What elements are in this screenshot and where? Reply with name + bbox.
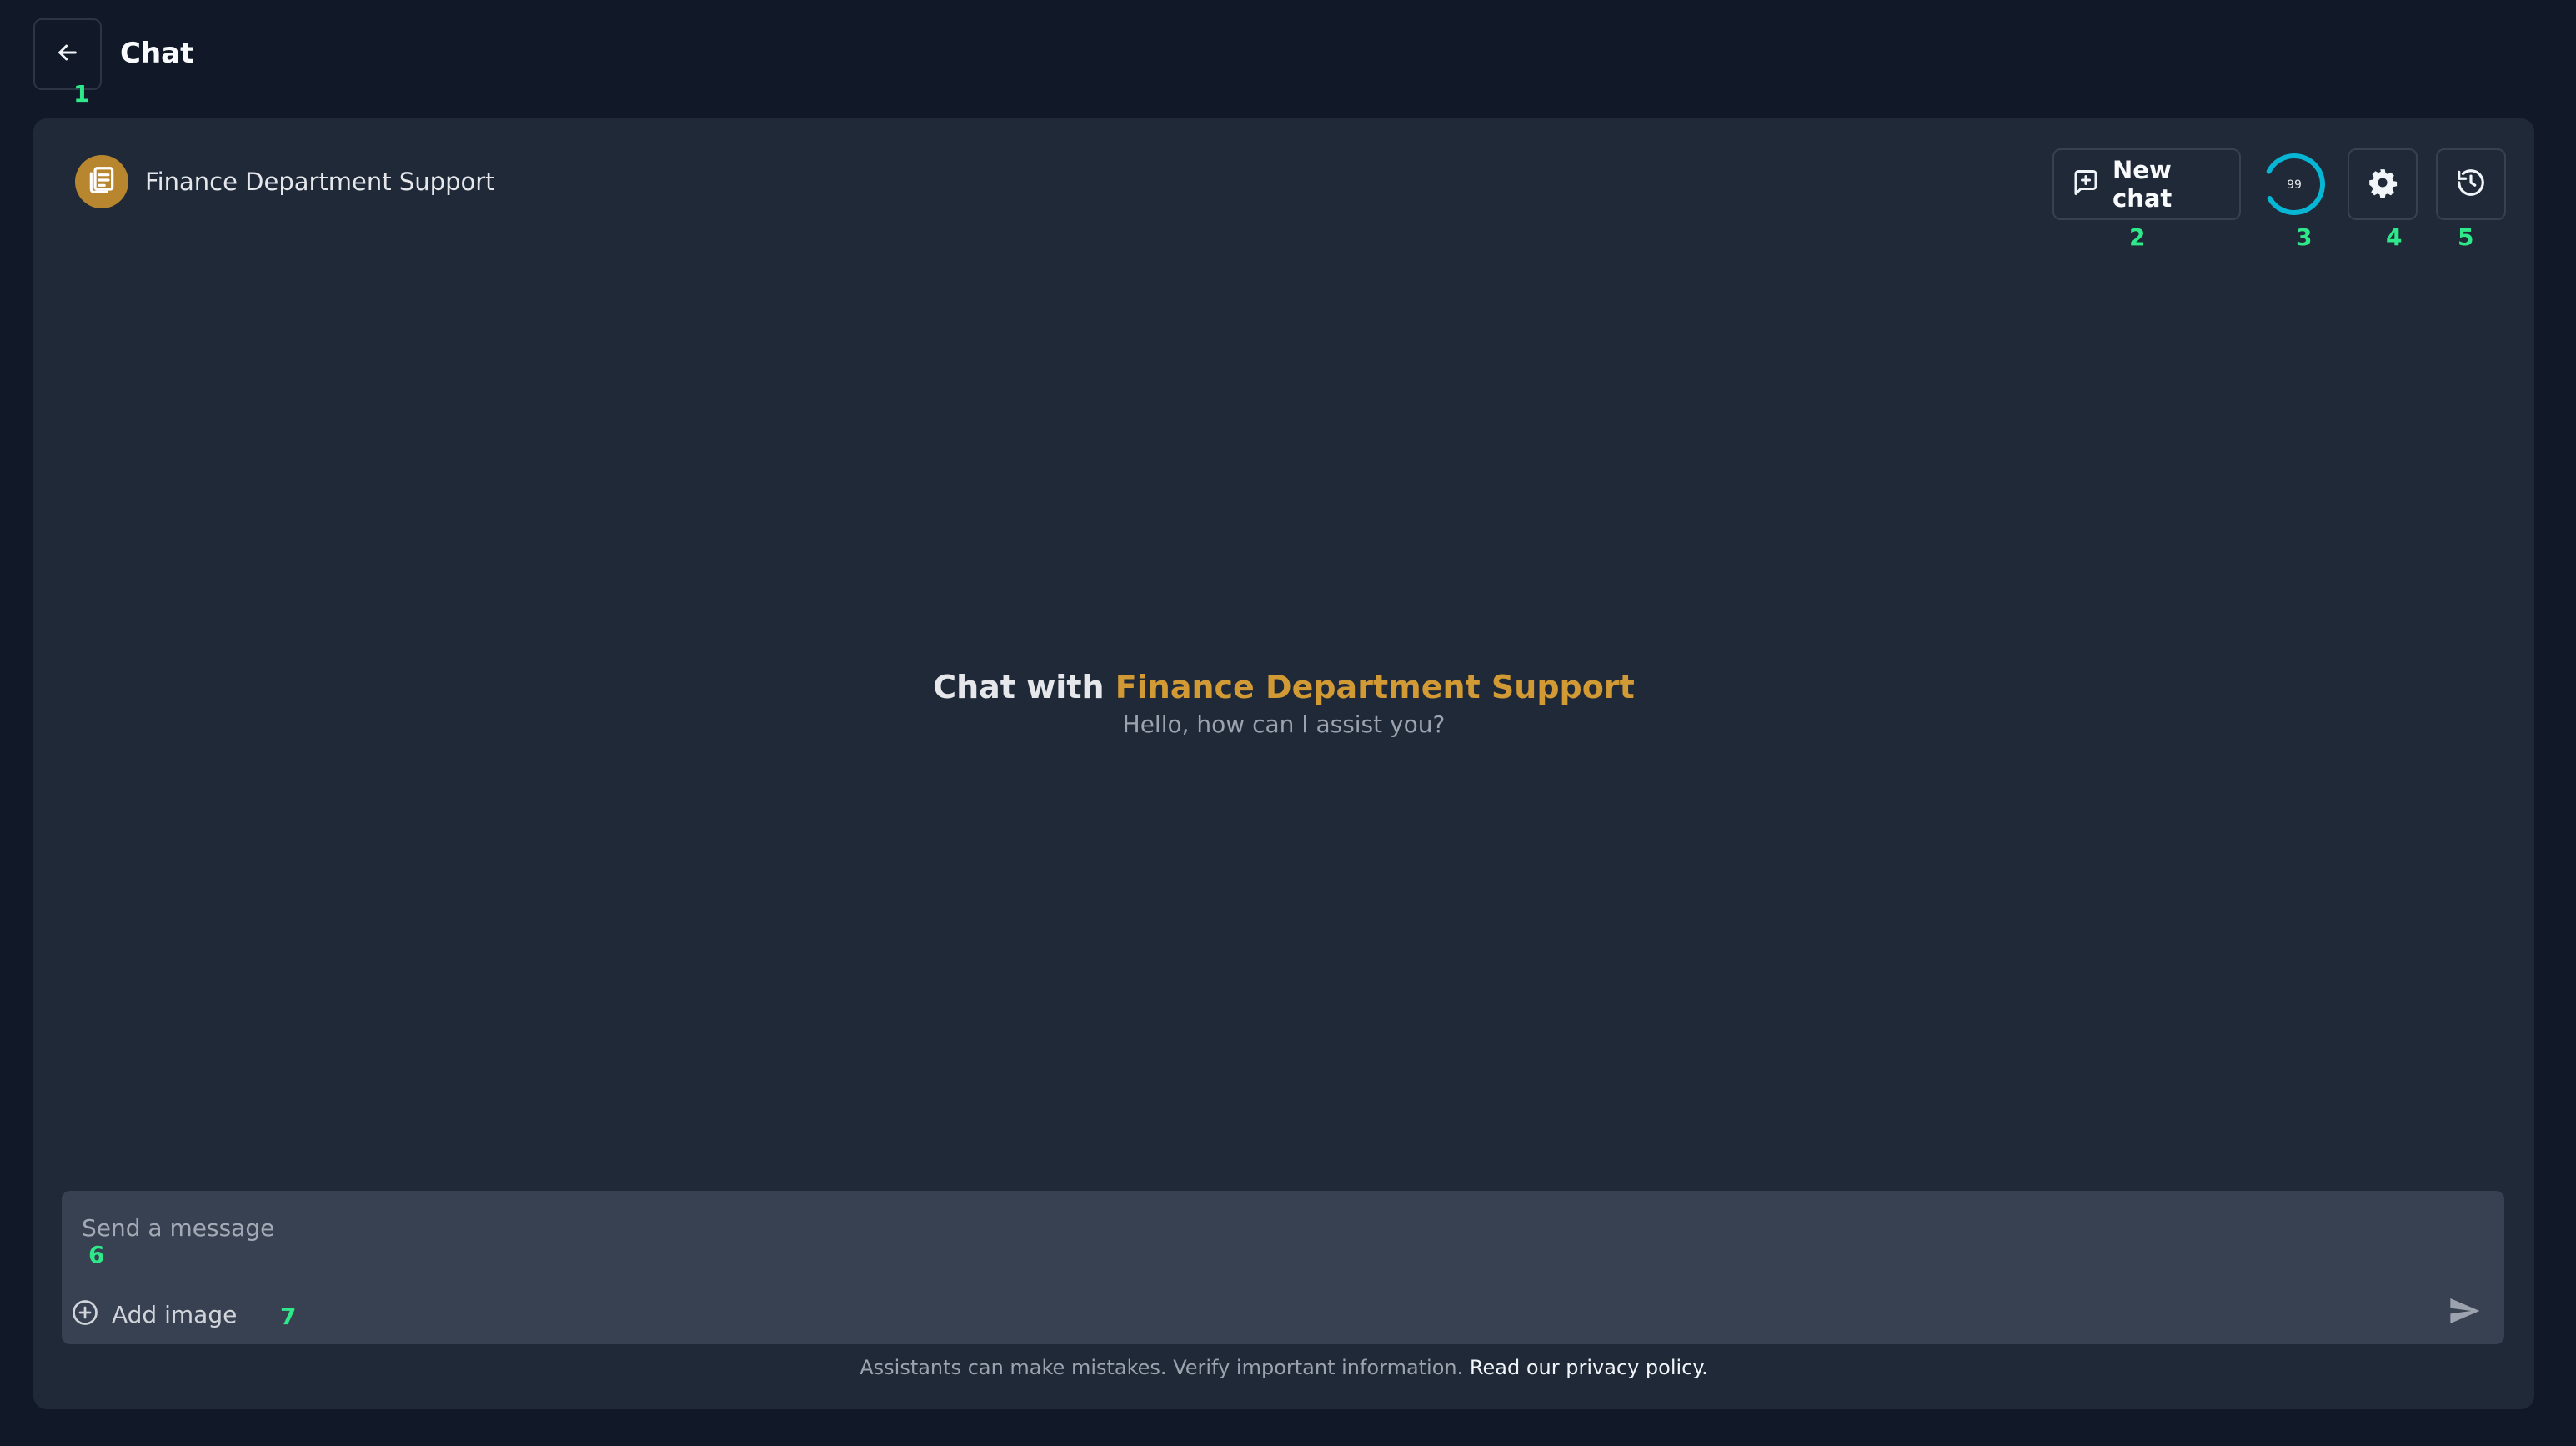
marker-1: 1 [73,80,90,108]
back-button[interactable] [33,18,102,90]
welcome-assistant-name: Finance Department Support [1115,669,1635,705]
send-icon [2448,1294,2481,1331]
chat-panel: Finance Department Support New chat 99 2… [33,118,2534,1409]
privacy-policy-link[interactable]: Read our privacy policy. [1470,1356,1708,1379]
plus-square-icon [2071,168,2101,201]
chat-page: Chat 1 Finance Department Support New ch… [0,0,2576,1446]
assistant-name: Finance Department Support [145,168,495,196]
message-input[interactable] [80,1206,2418,1249]
chat-toolbar: New chat 99 [2052,148,2506,220]
marker-2: 2 [2129,223,2146,251]
arrow-left-icon [54,39,81,69]
document-icon [86,164,118,199]
history-icon [2455,167,2487,202]
marker-7: 7 [280,1303,297,1330]
settings-button[interactable] [2348,148,2418,220]
add-image-button[interactable]: Add image [70,1298,237,1331]
welcome-title: Chat with Finance Department Support [33,669,2534,705]
new-chat-button[interactable]: New chat [2052,148,2241,220]
assistant-header: Finance Department Support [75,155,495,208]
marker-5: 5 [2458,223,2474,251]
usage-value: 99 [2287,178,2302,192]
gear-icon [2367,167,2398,202]
page-title: Chat [120,37,194,70]
add-image-label: Add image [112,1300,238,1328]
marker-6: 6 [88,1241,105,1268]
history-button[interactable] [2436,148,2506,220]
disclaimer: Assistants can make mistakes. Verify imp… [33,1356,2534,1379]
disclaimer-text: Assistants can make mistakes. Verify imp… [860,1356,1464,1379]
welcome-subtitle: Hello, how can I assist you? [1122,710,1446,738]
send-button[interactable] [2444,1293,2484,1333]
marker-4: 4 [2386,223,2403,251]
new-chat-label: New chat [2112,156,2173,213]
assistant-avatar [75,155,128,208]
welcome-prefix: Chat with [933,669,1105,705]
welcome-message: Chat with Finance Department Support Hel… [33,669,2534,738]
plus-circle-icon [70,1298,100,1331]
usage-gauge[interactable]: 99 [2259,148,2329,220]
message-composer: 6 Add image 7 [62,1191,2504,1344]
marker-3: 3 [2296,223,2313,251]
